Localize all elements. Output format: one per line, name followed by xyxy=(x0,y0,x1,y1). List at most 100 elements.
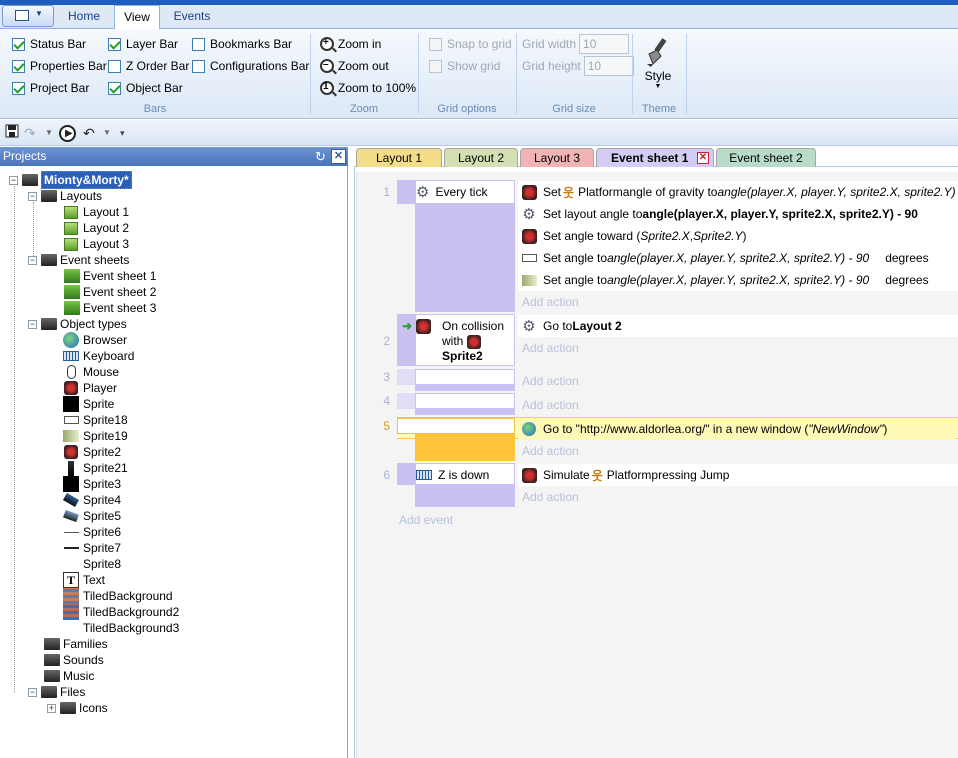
collapse-icon[interactable]: − xyxy=(28,255,37,265)
tree-music[interactable]: Music xyxy=(44,668,94,684)
zoom-in-button[interactable]: + Zoom in xyxy=(320,34,416,54)
event-margin[interactable] xyxy=(397,369,415,385)
customize-toolbar-icon[interactable]: ▾ xyxy=(120,124,125,142)
project-bar-checkbox[interactable]: Project Bar xyxy=(12,79,107,97)
tree-layouts[interactable]: − Layouts xyxy=(28,188,102,204)
undo-icon[interactable]: ↶ xyxy=(83,124,95,142)
tree-item-mouse[interactable]: Mouse xyxy=(63,364,119,380)
add-action-link[interactable]: Add action xyxy=(522,341,579,355)
tree-event-sheets[interactable]: − Event sheets xyxy=(28,252,129,268)
condition-z-is-down[interactable]: Z is down xyxy=(415,463,515,485)
properties-bar-checkbox[interactable]: Properties Bar xyxy=(12,57,107,75)
zoom-out-button[interactable]: – Zoom out xyxy=(320,56,416,76)
tab-view[interactable]: View xyxy=(114,5,160,30)
action-row[interactable]: Simulate 웃 Platform pressing Jump xyxy=(518,464,958,486)
tree-files[interactable]: − Files xyxy=(28,684,85,700)
app-menu-button[interactable]: ▼ xyxy=(2,5,54,27)
tree-item-tiledbackground3[interactable]: TiledBackground3 xyxy=(63,620,179,636)
condition-every-tick[interactable]: ⚙ Every tick xyxy=(415,180,515,204)
tab-layout-3[interactable]: Layout 3 xyxy=(520,148,594,167)
tree-item-sprite7[interactable]: Sprite7 xyxy=(63,540,121,556)
layer-bar-checkbox[interactable]: Layer Bar xyxy=(108,35,189,53)
action-row[interactable]: Set 웃 Platform angle of gravity to angle(… xyxy=(518,181,958,203)
add-action-link[interactable]: Add action xyxy=(522,490,579,504)
tree-item-layout-1[interactable]: Layout 1 xyxy=(64,204,129,220)
tree-item-layout-3[interactable]: Layout 3 xyxy=(64,236,129,252)
tree-item-text[interactable]: T Text xyxy=(63,572,105,588)
empty-condition[interactable] xyxy=(397,418,515,434)
z-order-bar-checkbox[interactable]: Z Order Bar xyxy=(108,57,189,75)
tab-home[interactable]: Home xyxy=(58,5,110,29)
close-icon[interactable]: ✕ xyxy=(331,149,346,164)
tree-item-event-sheet-1[interactable]: Event sheet 1 xyxy=(64,268,156,284)
event-margin[interactable] xyxy=(397,180,415,204)
tree-item-sprite18[interactable]: Sprite18 xyxy=(63,412,128,428)
tree-object-types[interactable]: − Object types xyxy=(28,316,127,332)
tree-item-sprite8[interactable]: Sprite8 xyxy=(63,556,121,572)
tree-item-browser[interactable]: Browser xyxy=(63,332,127,348)
tab-layout-2[interactable]: Layout 2 xyxy=(444,148,518,167)
tree-root[interactable]: − Mionty&Morty* xyxy=(9,171,132,189)
chevron-down-icon[interactable]: ▼ xyxy=(45,124,53,142)
collapse-icon[interactable]: − xyxy=(28,191,37,201)
action-row[interactable]: ⚙ Set layout angle to angle(player.X, pla… xyxy=(518,203,958,225)
tree-item-sprite4[interactable]: Sprite4 xyxy=(62,492,121,508)
save-icon[interactable] xyxy=(5,124,19,142)
grid-height-input[interactable]: 10 xyxy=(583,56,634,76)
tab-layout-1[interactable]: Layout 1 xyxy=(356,148,442,167)
refresh-icon[interactable]: ↻ xyxy=(313,149,328,164)
redo-icon[interactable]: ↷ xyxy=(24,124,36,142)
add-action-link[interactable]: Add action xyxy=(522,295,579,309)
tree-item-sprite6[interactable]: Sprite6 xyxy=(63,524,121,540)
empty-condition[interactable] xyxy=(415,393,515,409)
tree-item-layout-2[interactable]: Layout 2 xyxy=(64,220,129,236)
bookmarks-bar-checkbox[interactable]: Bookmarks Bar xyxy=(192,35,309,53)
object-bar-checkbox[interactable]: Object Bar xyxy=(108,79,189,97)
chevron-down-icon[interactable]: ▼ xyxy=(103,124,111,142)
collapse-icon[interactable]: − xyxy=(28,319,37,329)
collapse-icon[interactable]: − xyxy=(9,175,18,185)
tree-item-sprite[interactable]: Sprite xyxy=(63,396,114,412)
zoom-100-button[interactable]: 1 Zoom to 100% xyxy=(320,78,416,98)
tree-item-event-sheet-3[interactable]: Event sheet 3 xyxy=(64,300,156,316)
action-row[interactable]: Set angle to angle(player.X, player.Y, s… xyxy=(518,247,958,269)
tree-item-tiledbackground[interactable]: TiledBackground xyxy=(63,588,173,604)
tab-event-sheet-1[interactable]: Event sheet 1 ✕ xyxy=(596,148,714,168)
run-layout-icon[interactable]: ▶ xyxy=(59,125,76,142)
tree-item-keyboard[interactable]: Keyboard xyxy=(63,348,134,364)
action-row[interactable]: ⚙ Go to Layout 2 xyxy=(518,315,958,337)
tree-icons[interactable]: + Icons xyxy=(47,700,108,716)
tree-item-sprite2[interactable]: Sprite2 xyxy=(63,444,121,460)
action-row[interactable]: Set angle toward (Sprite2.X, Sprite2.Y) xyxy=(518,225,958,247)
add-action-link[interactable]: Add action xyxy=(522,398,579,412)
tree-sounds[interactable]: Sounds xyxy=(44,652,104,668)
tab-event-sheet-2[interactable]: Event sheet 2 xyxy=(716,148,816,167)
collapse-icon[interactable]: − xyxy=(28,687,37,697)
event-margin[interactable] xyxy=(397,393,415,409)
configurations-bar-checkbox[interactable]: Configurations Bar xyxy=(192,57,309,75)
grid-width-input[interactable]: 10 xyxy=(579,34,630,54)
status-bar-checkbox[interactable]: Status Bar xyxy=(12,35,107,53)
snap-to-grid-checkbox[interactable]: Snap to grid xyxy=(429,35,512,53)
empty-condition[interactable] xyxy=(415,369,515,385)
tree-item-sprite3[interactable]: Sprite3 xyxy=(63,476,121,492)
tree-item-event-sheet-2[interactable]: Event sheet 2 xyxy=(64,284,156,300)
action-row[interactable]: Go to "http://www.aldorlea.org/" in a ne… xyxy=(518,418,956,440)
tree-item-sprite5[interactable]: Sprite5 xyxy=(63,508,121,524)
show-grid-checkbox[interactable]: Show grid xyxy=(429,57,512,75)
style-button[interactable]: Style ▼ xyxy=(640,36,676,91)
condition-on-collision[interactable]: ➜ On collision with Sprite2 xyxy=(402,314,515,366)
tree-item-player[interactable]: Player xyxy=(63,380,117,396)
tree-item-tiledbackground2[interactable]: TiledBackground2 xyxy=(63,604,179,620)
tree-item-sprite21[interactable]: Sprite21 xyxy=(63,460,128,476)
close-icon[interactable]: ✕ xyxy=(697,152,709,164)
add-action-link[interactable]: Add action xyxy=(522,374,579,388)
expand-icon[interactable]: + xyxy=(47,703,56,713)
tab-events[interactable]: Events xyxy=(164,5,220,29)
add-event-link[interactable]: Add event xyxy=(399,513,453,527)
event-margin[interactable] xyxy=(397,463,415,485)
tree-families[interactable]: Families xyxy=(44,636,108,652)
tree-item-sprite19[interactable]: Sprite19 xyxy=(63,428,128,444)
action-row[interactable]: Set angle to angle(player.X, player.Y, s… xyxy=(518,269,958,291)
add-action-link[interactable]: Add action xyxy=(522,444,579,458)
